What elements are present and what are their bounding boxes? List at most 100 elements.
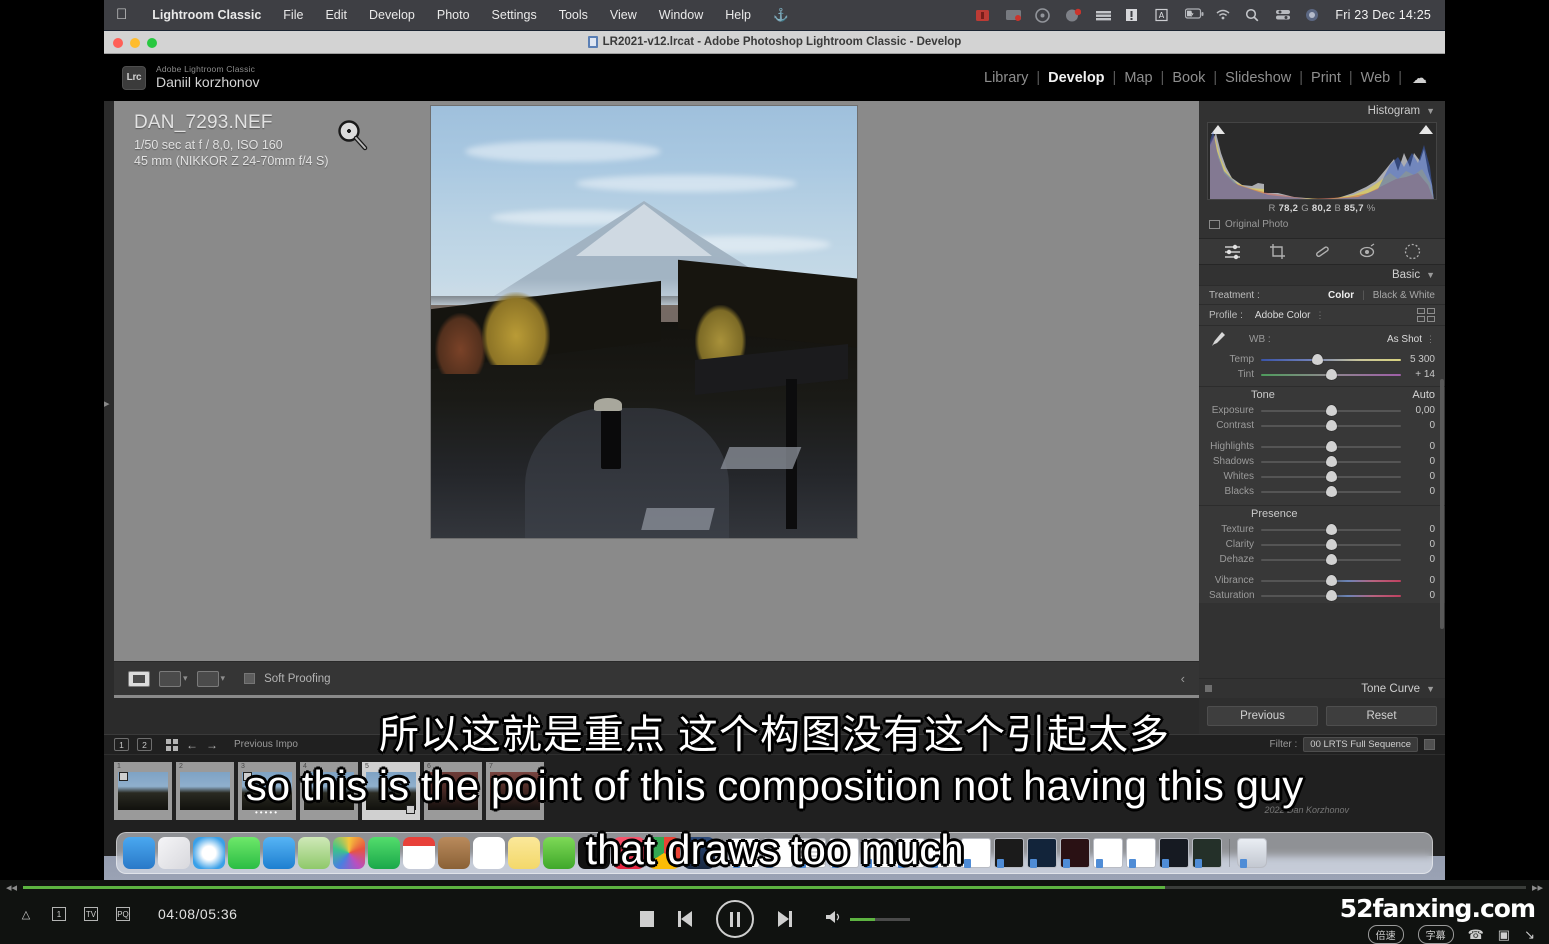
basic-panel-header[interactable]: Basic ▼ xyxy=(1199,265,1445,285)
slider-dehaze-knob[interactable] xyxy=(1326,554,1337,565)
slider-clarity[interactable]: Clarity 0 xyxy=(1199,537,1445,552)
tv-mode-icon[interactable]: TV xyxy=(84,907,98,921)
slider-blacks-track[interactable] xyxy=(1261,486,1401,497)
slider-shadows[interactable]: Shadows 0 xyxy=(1199,454,1445,469)
profile-browser-icon[interactable] xyxy=(1417,308,1435,322)
cloud-icon[interactable]: ☁ xyxy=(1412,69,1427,87)
radial-filter-icon[interactable] xyxy=(1404,243,1421,260)
slider-dehaze-track[interactable] xyxy=(1261,554,1401,565)
menu-item-develop[interactable]: Develop xyxy=(358,8,426,22)
slider-saturation[interactable]: Saturation 0 xyxy=(1199,588,1445,603)
photo-preview[interactable] xyxy=(430,105,858,539)
slider-dehaze-value[interactable]: 0 xyxy=(1401,554,1435,565)
slider-whites-knob[interactable] xyxy=(1326,471,1337,482)
chevron-down-icon[interactable]: ▾ xyxy=(183,673,188,684)
slider-blacks[interactable]: Blacks 0 xyxy=(1199,484,1445,499)
screen-share-icon[interactable] xyxy=(1005,8,1022,23)
wb-stepper-icon[interactable]: ⋮ xyxy=(1426,334,1435,345)
slider-tint-knob[interactable] xyxy=(1326,369,1337,380)
previous-track-icon[interactable] xyxy=(677,911,692,927)
treatment-option-color[interactable]: Color xyxy=(1328,290,1354,301)
slider-saturation-track[interactable] xyxy=(1261,590,1401,601)
snapshot-icon[interactable]: ▣ xyxy=(1498,927,1510,943)
slider-whites[interactable]: Whites 0 xyxy=(1199,469,1445,484)
right-panel-scrollbar[interactable] xyxy=(1440,379,1444,629)
menu-item-window[interactable]: Window xyxy=(648,8,714,22)
profile-stepper-icon[interactable]: ⋮ xyxy=(1316,310,1325,321)
compare-view-icon[interactable] xyxy=(159,670,181,687)
volume-icon[interactable] xyxy=(824,909,842,930)
wb-value[interactable]: As Shot xyxy=(1387,334,1422,345)
slider-tint[interactable]: Tint + 14 xyxy=(1199,367,1445,382)
slider-exposure-track[interactable] xyxy=(1261,405,1401,416)
chevron-down-icon[interactable]: ▼ xyxy=(1426,684,1435,694)
slider-temp-track[interactable] xyxy=(1261,354,1401,365)
compare-view-group[interactable]: ▾ xyxy=(159,670,188,687)
slider-saturation-value[interactable]: 0 xyxy=(1401,590,1435,601)
slider-vibrance-track[interactable] xyxy=(1261,575,1401,586)
histogram-chart[interactable] xyxy=(1207,122,1437,200)
menu-extra-app-icon[interactable]: ⚓ xyxy=(762,8,800,23)
chevron-down-icon[interactable]: ▾ xyxy=(221,673,226,684)
healing-icon[interactable] xyxy=(1314,243,1331,260)
slider-shadows-knob[interactable] xyxy=(1326,456,1337,467)
module-slideshow[interactable]: Slideshow xyxy=(1217,70,1299,86)
tone-curve-header[interactable]: Tone Curve ▼ xyxy=(1199,678,1445,698)
eject-icon[interactable]: △ xyxy=(18,906,34,922)
progress-track[interactable] xyxy=(23,885,1526,889)
slider-highlights[interactable]: Highlights 0 xyxy=(1199,439,1445,454)
layers-icon[interactable] xyxy=(1095,8,1112,23)
volume-track[interactable] xyxy=(849,917,910,921)
before-after-group[interactable]: ▾ xyxy=(196,670,226,687)
rewind-icon[interactable]: ◂◂ xyxy=(0,881,23,894)
module-web[interactable]: Web xyxy=(1353,70,1399,86)
control-center-icon[interactable] xyxy=(1275,8,1292,23)
slider-vibrance-knob[interactable] xyxy=(1326,575,1337,586)
slider-temp[interactable]: Temp 5 300 xyxy=(1199,352,1445,367)
menu-item-help[interactable]: Help xyxy=(714,8,762,22)
toolbar-collapse-icon[interactable]: ‹ xyxy=(1181,671,1185,686)
pause-icon[interactable] xyxy=(715,900,754,938)
apple-icon[interactable]:  xyxy=(116,7,127,22)
fast-forward-icon[interactable]: ▸▸ xyxy=(1526,881,1549,894)
crop-icon[interactable] xyxy=(1269,243,1286,260)
slider-exposure-knob[interactable] xyxy=(1326,405,1337,416)
slider-contrast[interactable]: Contrast 0 xyxy=(1199,418,1445,433)
input-source-a-icon[interactable]: A xyxy=(1155,8,1172,23)
slider-temp-value[interactable]: 5 300 xyxy=(1401,354,1435,365)
close-button[interactable] xyxy=(113,38,123,48)
slider-dehaze[interactable]: Dehaze 0 xyxy=(1199,552,1445,567)
wifi-icon[interactable] xyxy=(1215,8,1232,23)
panel-switch-icon[interactable] xyxy=(1205,685,1212,692)
recording-icon[interactable] xyxy=(975,8,992,23)
minimize-button[interactable] xyxy=(130,38,140,48)
chevron-down-icon[interactable]: ▼ xyxy=(1426,106,1435,116)
slider-shadows-value[interactable]: 0 xyxy=(1401,456,1435,467)
slider-vibrance-value[interactable]: 0 xyxy=(1401,575,1435,586)
battery-charging-icon[interactable] xyxy=(1185,7,1204,23)
slider-texture[interactable]: Texture 0 xyxy=(1199,522,1445,537)
chapter-1-icon[interactable]: 1 xyxy=(52,907,66,921)
slider-exposure[interactable]: Exposure 0,00 xyxy=(1199,403,1445,418)
slider-whites-value[interactable]: 0 xyxy=(1401,471,1435,482)
masking-icon[interactable] xyxy=(1224,243,1241,260)
profile-value[interactable]: Adobe Color xyxy=(1255,310,1311,321)
slider-clarity-value[interactable]: 0 xyxy=(1401,539,1435,550)
soft-proofing-checkbox[interactable] xyxy=(244,673,256,684)
slider-shadows-track[interactable] xyxy=(1261,456,1401,467)
module-book[interactable]: Book xyxy=(1164,70,1213,86)
menu-item-file[interactable]: File xyxy=(272,8,314,22)
slider-tint-track[interactable] xyxy=(1261,369,1401,380)
module-library[interactable]: Library xyxy=(976,70,1036,86)
original-photo-toggle[interactable]: Original Photo xyxy=(1209,219,1445,230)
slider-blacks-knob[interactable] xyxy=(1326,486,1337,497)
alert-icon[interactable] xyxy=(1125,8,1142,23)
shield-icon[interactable] xyxy=(1035,7,1052,23)
search-icon[interactable] xyxy=(1245,8,1262,23)
slider-tint-value[interactable]: + 14 xyxy=(1401,369,1435,380)
white-balance-selector-icon[interactable] xyxy=(1209,330,1227,348)
slider-contrast-knob[interactable] xyxy=(1326,420,1337,431)
histogram-header[interactable]: Histogram ▼ xyxy=(1199,101,1445,120)
slider-saturation-knob[interactable] xyxy=(1326,590,1337,601)
slider-contrast-value[interactable]: 0 xyxy=(1401,420,1435,431)
